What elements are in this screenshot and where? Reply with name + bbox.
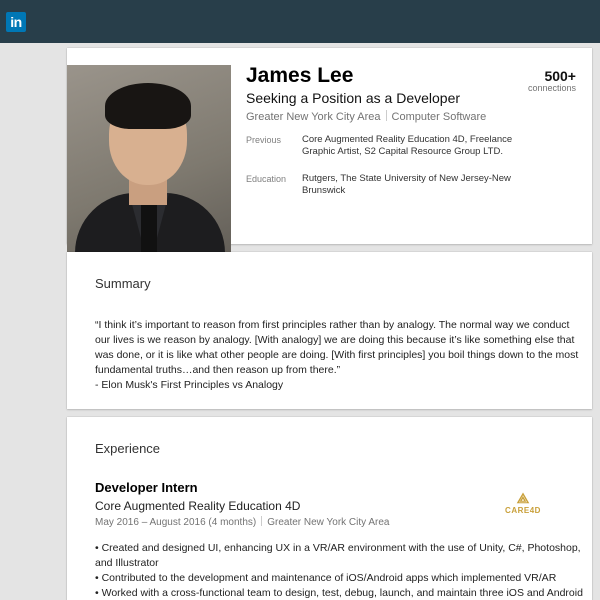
previous-label: Previous xyxy=(246,135,282,145)
profile-card: James Lee Seeking a Position as a Develo… xyxy=(67,48,592,276)
divider xyxy=(261,516,263,526)
connections-label: connections xyxy=(527,83,576,93)
experience-bullets: • Created and designed UI, enhancing UX … xyxy=(95,541,585,600)
profile-location[interactable]: Greater New York City Area xyxy=(246,111,381,123)
previous-value[interactable]: Core Augmented Reality Education 4D, Fre… xyxy=(302,134,517,158)
linkedin-logo-icon[interactable]: in xyxy=(6,12,26,32)
position-title[interactable]: Developer Intern xyxy=(95,480,198,495)
top-navigation-bar: in xyxy=(0,0,600,43)
summary-attribution: - Elon Musk's First Principles vs Analog… xyxy=(95,379,284,391)
summary-title: Summary xyxy=(95,276,151,291)
profile-meta: Greater New York City Area Computer Softw… xyxy=(246,110,486,123)
company-logo-text: CARE4D xyxy=(505,506,541,515)
profile-name: James Lee xyxy=(246,64,354,87)
summary-text: “I think it’s important to reason from f… xyxy=(95,318,585,393)
experience-card: Experience Developer Intern Core Augment… xyxy=(67,417,592,600)
list-item: • Created and designed UI, enhancing UX … xyxy=(95,542,581,569)
connections-number: 500+ xyxy=(544,68,576,84)
company-logo-mark: ⟁ xyxy=(516,490,530,506)
summary-quote: “I think it’s important to reason from f… xyxy=(95,319,579,376)
position-dates: May 2016 – August 2016 (4 months) xyxy=(95,517,257,528)
position-location: Greater New York City Area xyxy=(267,517,390,528)
connections-count: 500+ connections xyxy=(528,68,576,93)
divider xyxy=(385,110,387,121)
list-item: • Worked with a cross-functional team to… xyxy=(95,587,583,599)
company-name[interactable]: Core Augmented Reality Education 4D xyxy=(95,499,300,513)
profile-industry[interactable]: Computer Software xyxy=(392,111,487,123)
experience-title: Experience xyxy=(95,441,161,456)
education-value[interactable]: Rutgers, The State University of New Jer… xyxy=(302,173,517,197)
profile-photo[interactable] xyxy=(67,65,231,276)
position-meta: May 2016 – August 2016 (4 months) Greater… xyxy=(95,516,390,528)
education-label: Education xyxy=(246,174,287,184)
company-logo-icon[interactable]: ⟁ CARE4D xyxy=(500,491,546,521)
list-item: • Contributed to the development and mai… xyxy=(95,572,557,584)
profile-headline: Seeking a Position as a Developer xyxy=(246,90,461,106)
summary-card: Summary “I think it’s important to reaso… xyxy=(67,252,592,409)
